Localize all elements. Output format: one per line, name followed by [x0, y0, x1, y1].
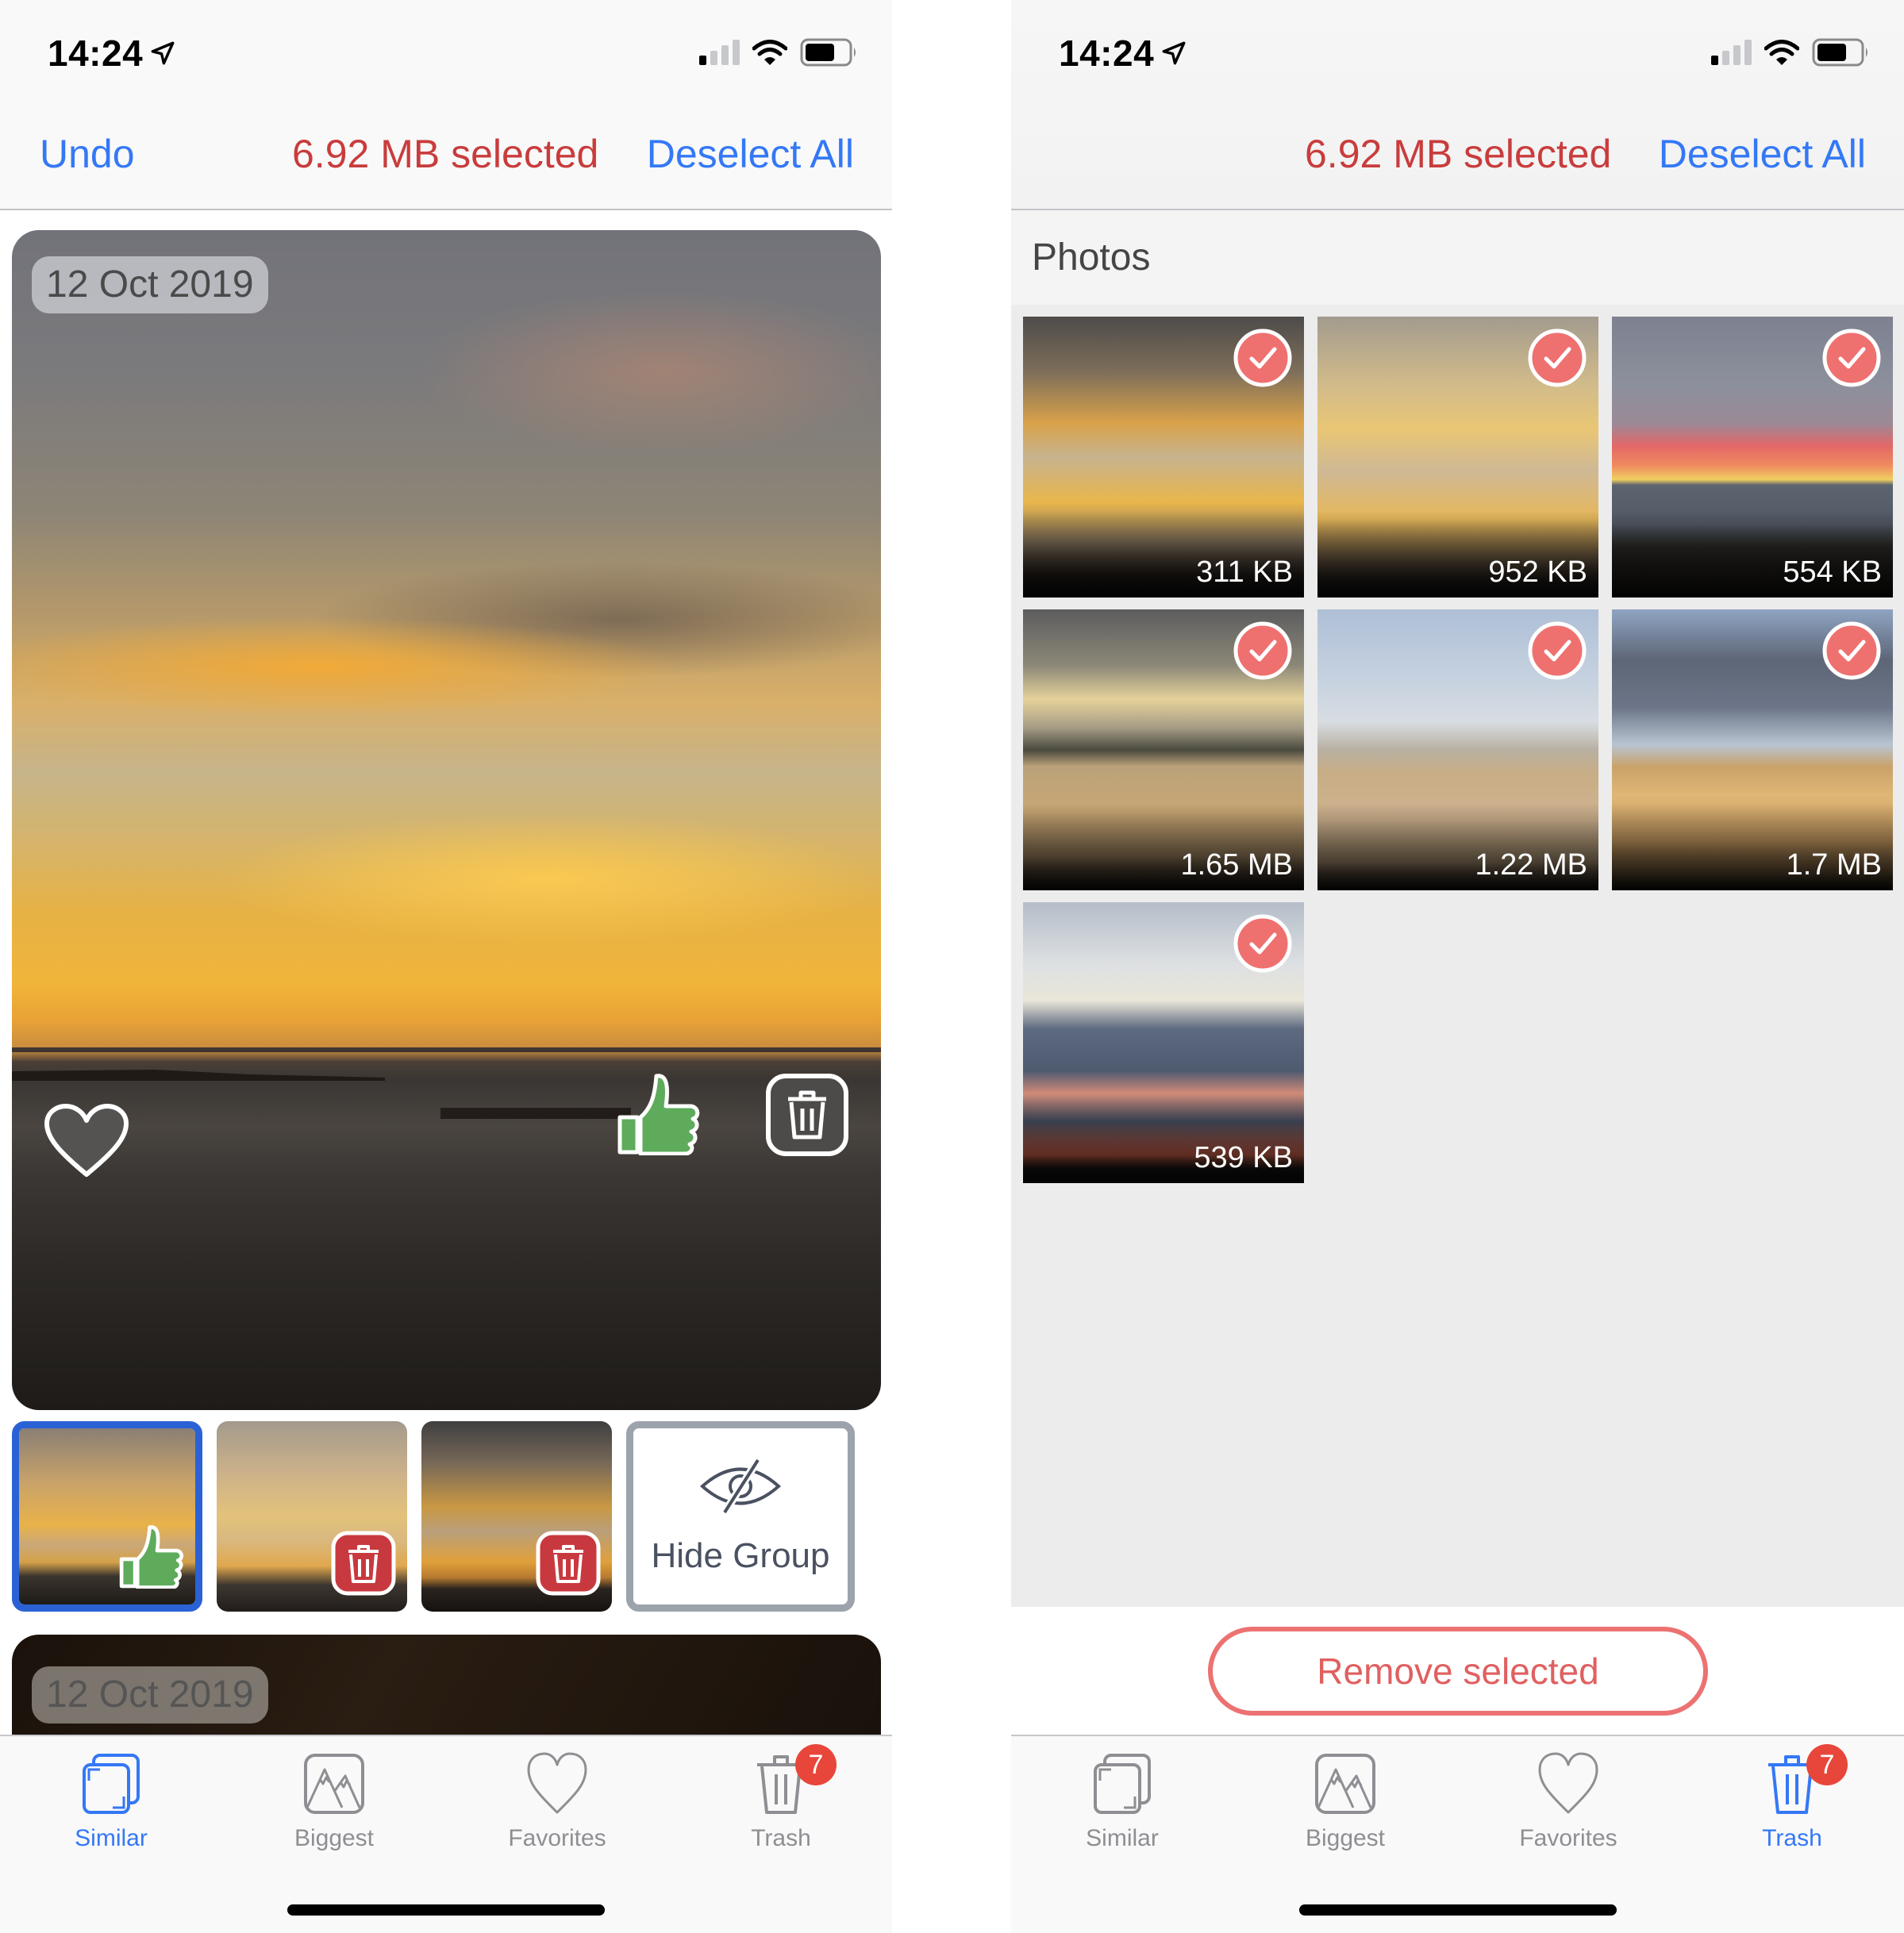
file-size-label: 539 KB [1194, 1141, 1293, 1174]
tab-similar[interactable]: Similar [1043, 1752, 1202, 1852]
photo-tile[interactable]: 554 KB [1612, 317, 1893, 598]
photo-tile[interactable]: 1.7 MB [1612, 609, 1893, 890]
mountains-icon [1315, 1754, 1375, 1814]
thumbnail-delete[interactable] [217, 1421, 407, 1612]
thumbnail-keep[interactable] [12, 1421, 202, 1612]
thumbs-up-icon [617, 1074, 700, 1155]
selected-size-label: 6.92 MB selected [292, 132, 599, 176]
home-indicator[interactable] [287, 1904, 605, 1916]
checkmark-selected-icon[interactable] [1233, 328, 1293, 388]
nav-bar: 14:24 6.92 MB selected Deselect All [1011, 0, 1904, 210]
checkmark-selected-icon[interactable] [1821, 621, 1882, 681]
mountains-icon [304, 1754, 364, 1814]
file-size-label: 554 KB [1783, 555, 1882, 589]
wifi-icon [1764, 40, 1799, 65]
home-indicator[interactable] [1298, 1904, 1617, 1916]
keep-button[interactable] [617, 1071, 701, 1155]
tab-similar[interactable]: Similar [32, 1752, 190, 1852]
trash-icon [331, 1531, 396, 1596]
tab-trash[interactable]: Trash 7 [702, 1744, 860, 1852]
checkmark-selected-icon[interactable] [1527, 328, 1587, 388]
photo-tile[interactable]: 1.22 MB [1317, 609, 1598, 890]
similar-icon [83, 1754, 140, 1814]
tab-bar: Similar Biggest Favorites Trash 7 [1011, 1735, 1904, 1933]
file-size-label: 952 KB [1488, 555, 1587, 589]
tab-favorites[interactable]: Favorites [478, 1752, 637, 1852]
location-arrow-icon [1162, 41, 1186, 65]
tab-bar: Similar Biggest Favorites Trash 7 [0, 1735, 892, 1933]
favorite-button[interactable] [44, 1103, 129, 1179]
group-thumbnails: Hide Group [12, 1421, 855, 1612]
file-size-label: 1.22 MB [1475, 848, 1587, 882]
trash-icon [766, 1074, 848, 1156]
hide-group-button[interactable]: Hide Group [626, 1421, 855, 1612]
tab-trash[interactable]: Trash 7 [1713, 1744, 1871, 1852]
file-size-label: 1.7 MB [1786, 848, 1882, 882]
status-time: 14:24 [48, 32, 176, 75]
similar-icon [1094, 1754, 1151, 1814]
similar-screen: 14:24 Undo 6.92 MB selected Deselect All… [0, 0, 892, 1933]
beach-silhouette [12, 1047, 881, 1119]
file-size-label: 311 KB [1196, 555, 1293, 589]
location-arrow-icon [151, 41, 175, 65]
trash-screen: 14:24 6.92 MB selected Deselect All Phot… [1011, 0, 1904, 1933]
main-photo-card[interactable]: 12 Oct 2019 [12, 230, 881, 1410]
nav-bar: 14:24 Undo 6.92 MB selected Deselect All [0, 0, 892, 210]
eye-slash-icon [700, 1458, 781, 1515]
trash-icon [536, 1531, 601, 1596]
checkmark-selected-icon[interactable] [1821, 328, 1882, 388]
deselect-all-button[interactable]: Deselect All [1659, 131, 1866, 177]
date-pill: 12 Oct 2019 [32, 1666, 268, 1724]
action-panel: Remove selected [1011, 1607, 1904, 1735]
cellular-signal-icon [699, 40, 740, 65]
tab-favorites[interactable]: Favorites [1489, 1752, 1648, 1852]
heart-icon [1538, 1752, 1598, 1814]
photo-tile[interactable]: 539 KB [1023, 902, 1304, 1183]
checkmark-selected-icon[interactable] [1233, 913, 1293, 974]
heart-icon [527, 1752, 587, 1814]
hide-group-label: Hide Group [651, 1536, 830, 1575]
thumbs-up-icon [119, 1525, 184, 1589]
trash-count-badge: 7 [1806, 1744, 1848, 1785]
undo-button[interactable]: Undo [40, 131, 135, 177]
photo-grid: 311 KB 952 KB 554 KB 1.65 MB 1.22 MB 1.7 MB 53… [1023, 317, 1893, 1183]
photo-tile[interactable]: 952 KB [1317, 317, 1598, 598]
checkmark-selected-icon[interactable] [1233, 621, 1293, 681]
delete-button[interactable] [766, 1074, 848, 1156]
date-pill: 12 Oct 2019 [32, 256, 268, 313]
selected-size-label: 6.92 MB selected [1305, 132, 1612, 176]
cellular-signal-icon [1711, 40, 1752, 65]
photo-tile[interactable]: 1.65 MB [1023, 609, 1304, 890]
tab-biggest[interactable]: Biggest [1266, 1752, 1425, 1852]
battery-icon [1812, 38, 1867, 67]
status-icons [1711, 38, 1871, 67]
file-size-label: 1.65 MB [1180, 848, 1293, 882]
photo-tile[interactable]: 311 KB [1023, 317, 1304, 598]
remove-selected-button[interactable]: Remove selected [1208, 1627, 1708, 1716]
section-header: Photos [1011, 210, 1904, 305]
status-icons [699, 38, 859, 67]
status-time: 14:24 [1059, 32, 1187, 75]
section-title: Photos [1032, 236, 1151, 279]
trash-count-badge: 7 [795, 1744, 837, 1785]
thumbnail-delete[interactable] [421, 1421, 612, 1612]
checkmark-selected-icon[interactable] [1527, 621, 1587, 681]
tab-biggest[interactable]: Biggest [255, 1752, 413, 1852]
battery-icon [800, 38, 856, 67]
heart-icon [44, 1104, 129, 1177]
wifi-icon [752, 40, 787, 65]
deselect-all-button[interactable]: Deselect All [647, 131, 854, 177]
